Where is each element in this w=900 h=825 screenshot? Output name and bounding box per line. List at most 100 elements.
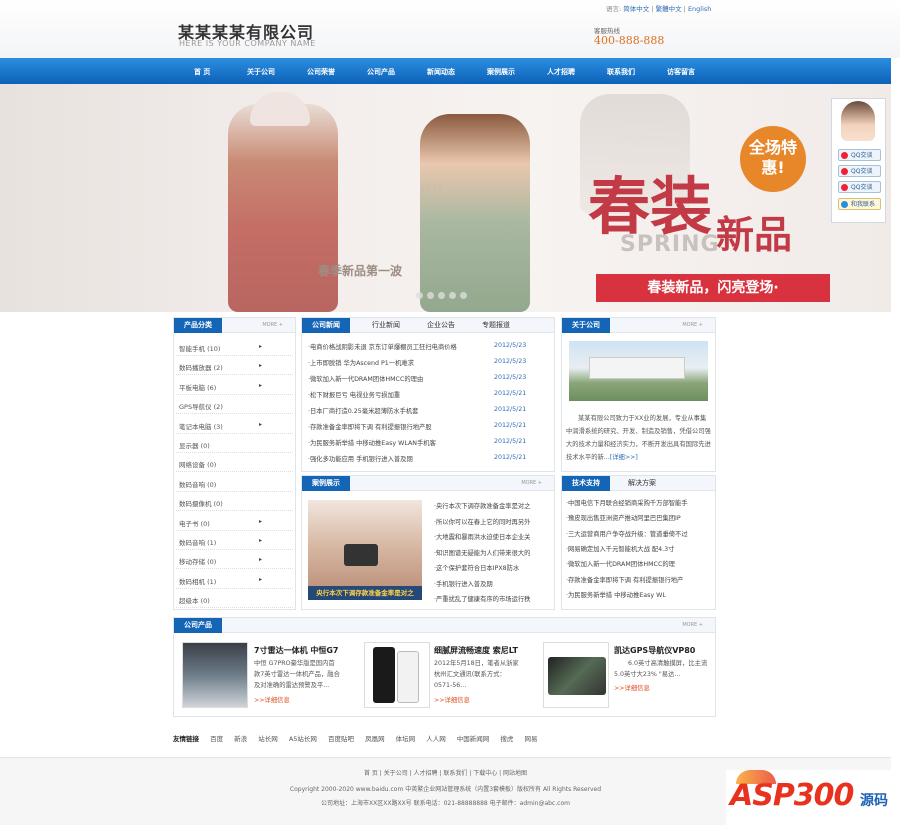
case-item[interactable]: ·知识图谱无疑能为人们带来很大的 (434, 548, 530, 557)
news-item[interactable]: ·强化多功能应用 手机银行进入普及期 (308, 454, 413, 463)
nav-guestbook[interactable]: 访客留言 (667, 67, 695, 77)
tech-item[interactable]: ·存款准备金率即将下调 有利提振银行地产 (566, 575, 683, 584)
news-item[interactable]: ·存款准备金率即将下调 有利提振银行地产股 (308, 422, 432, 431)
category-item[interactable]: 数码相机 (1) (179, 576, 216, 586)
friend-link[interactable]: 搜虎 (500, 735, 513, 743)
asp300-watermark: ASP300 源码 (726, 770, 896, 825)
products-title: 公司产品 (174, 618, 222, 633)
category-item[interactable]: 数码摄像机 (0) (179, 498, 223, 508)
friend-link[interactable]: 网易 (524, 735, 537, 743)
product-name[interactable]: 凯达GPS导航仪VP80 (614, 645, 695, 656)
products-header: 公司产品 MORE + (174, 618, 715, 633)
tab-industry-news[interactable]: 行业新闻 (372, 318, 400, 333)
news-date: 2012/5/21 (494, 422, 527, 429)
case-photo[interactable]: 央行本次下调存款准备金率是对之 (308, 500, 422, 600)
banner-year: 2015 (420, 184, 443, 194)
case-item[interactable]: ·大地震和暴雨洪水迫使日本企业关 (434, 532, 530, 541)
friend-link[interactable]: 中国新闻网 (457, 735, 490, 743)
slider-dot[interactable] (427, 292, 434, 299)
case-item[interactable]: ·这个保护套符合日本IPX8防水 (434, 563, 519, 572)
friend-link[interactable]: 百度 (210, 735, 223, 743)
tab-special-reports[interactable]: 专题报道 (482, 318, 510, 333)
category-panel-header: 产品分类 MORE + (174, 318, 295, 333)
tech-tabs: 技术支持 解决方案 (562, 476, 715, 491)
slider-dot[interactable] (460, 292, 467, 299)
news-item[interactable]: ·电商价格战阴影未退 京东订单爆棚员工狂扫电商价格 (308, 342, 457, 351)
category-item[interactable]: 笔记本电脑 (3) (179, 421, 223, 431)
about-more-link[interactable]: MORE + (682, 322, 703, 328)
lang-simplified[interactable]: 简体中文 (623, 5, 649, 13)
contact-me-button[interactable]: 和我联系 (838, 198, 881, 210)
lang-english[interactable]: English (688, 5, 711, 13)
news-item[interactable]: ·松下财报巨亏 电视业务亏损加重 (308, 390, 400, 399)
flame-icon (736, 770, 776, 784)
qq-chat-button[interactable]: QQ交谈 (838, 149, 881, 161)
nav-contact[interactable]: 联系我们 (607, 67, 635, 77)
friend-link[interactable]: 体坛网 (396, 735, 416, 743)
slider-dot[interactable] (438, 292, 445, 299)
nav-about[interactable]: 关于公司 (247, 67, 275, 77)
category-item[interactable]: 平板电脑 (6) (179, 382, 216, 392)
product-detail-link[interactable]: >>详细信息 (434, 695, 470, 704)
product-detail-link[interactable]: >>详细信息 (614, 683, 650, 692)
case-item[interactable]: ·所以你可以在春上它的同时再另外 (434, 517, 530, 526)
friend-link[interactable]: A5站长网 (289, 735, 317, 743)
product-image[interactable] (182, 642, 248, 708)
case-item[interactable]: ·严重扰乱了健康有序的市场运行秩 (434, 594, 530, 603)
product-name[interactable]: 细腻屏流畅速度 索尼LT (434, 645, 518, 656)
product-detail-link[interactable]: >>详细信息 (254, 695, 290, 704)
friend-link[interactable]: 新浪 (234, 735, 247, 743)
nav-jobs[interactable]: 人才招聘 (547, 67, 575, 77)
nav-home[interactable]: 首 页 (194, 67, 210, 77)
slider-dot[interactable] (416, 292, 423, 299)
product-image[interactable] (364, 642, 430, 708)
tech-item[interactable]: ·中国电信下月联合经销商采购千万部智能手 (566, 498, 688, 507)
product-desc: 6.0英寸高清触摸屏，比主流5.0英寸大23% "易达... (614, 660, 708, 678)
tech-item[interactable]: ·三大运营商用户争夺战升级：管道垂倚不过 (566, 529, 688, 538)
news-item[interactable]: ·微软加入新一代DRAM团体HMCC的理由 (308, 374, 423, 383)
news-item[interactable]: ·日本厂商打造0.25毫米超薄防水手机套 (308, 406, 418, 415)
qq-chat-button[interactable]: QQ交谈 (838, 181, 881, 193)
category-item[interactable]: 显示器 (0) (179, 440, 210, 450)
tab-tech-support[interactable]: 技术支持 (562, 476, 610, 491)
category-more-link[interactable]: MORE + (262, 322, 283, 328)
tech-item[interactable]: ·微软加入新一代DRAM团体HMCC的理 (566, 559, 675, 568)
category-item[interactable]: 数码音响 (0) (179, 479, 216, 489)
qq-chat-button[interactable]: QQ交谈 (838, 165, 881, 177)
tech-item[interactable]: ·网易确定加入千元智能机大战 配4.3寸 (566, 544, 674, 553)
hero-banner[interactable]: 2015 春季新品第一波 春装 SPRING 新品 全场特惠! 春装新品，闪亮登… (0, 84, 891, 312)
category-item[interactable]: 移动存储 (0) (179, 556, 216, 566)
category-item[interactable]: 网络设备 (0) (179, 459, 216, 469)
about-detail-link[interactable]: [详细>>] (610, 454, 638, 461)
news-date: 2012/5/23 (494, 342, 527, 349)
category-item[interactable]: 数码音响 (1) (179, 537, 216, 547)
tab-company-news[interactable]: 公司新闻 (302, 318, 350, 333)
category-item[interactable]: 电子书 (0) (179, 518, 210, 528)
friend-link[interactable]: 凤凰网 (365, 735, 385, 743)
news-item[interactable]: ·上市即脱销 华为Ascend P1一机难求 (308, 358, 414, 367)
tech-item[interactable]: ·豫皮现出售亚洲资产推动阿里巴巴集团IP (566, 513, 681, 522)
category-item[interactable]: 智能手机 (10) (179, 343, 220, 353)
lang-traditional[interactable]: 繁體中文 (656, 5, 682, 13)
friend-link[interactable]: 站长网 (258, 735, 278, 743)
nav-honor[interactable]: 公司荣誉 (307, 67, 335, 77)
category-item[interactable]: 数码播放器 (2) (179, 362, 223, 372)
nav-cases[interactable]: 案例展示 (487, 67, 515, 77)
case-item[interactable]: ·手机银行进入普及期 (434, 579, 493, 588)
friend-link[interactable]: 人人网 (426, 735, 446, 743)
category-item[interactable]: 超级本 (0) (179, 595, 210, 605)
nav-news[interactable]: 新闻动态 (427, 67, 455, 77)
category-item[interactable]: GPS导航仪 (2) (179, 401, 223, 411)
tab-solutions[interactable]: 解决方案 (628, 476, 656, 491)
cases-more-link[interactable]: MORE + (521, 480, 542, 486)
slider-dot[interactable] (449, 292, 456, 299)
friend-link[interactable]: 百度贴吧 (328, 735, 354, 743)
products-more-link[interactable]: MORE + (682, 622, 703, 628)
nav-products[interactable]: 公司产品 (367, 67, 395, 77)
tab-announcements[interactable]: 企业公告 (427, 318, 455, 333)
case-item[interactable]: ·央行本次下调存款准备金率是对之 (434, 501, 530, 510)
news-item[interactable]: ·为民服务新举措 中移动推Easy WLAN手机客 (308, 438, 436, 447)
product-image[interactable] (543, 642, 609, 708)
product-name[interactable]: 7寸雷达一体机 中恒G7 (254, 645, 338, 656)
tech-item[interactable]: ·为民服务新举措 中移动推Easy WL (566, 590, 666, 599)
